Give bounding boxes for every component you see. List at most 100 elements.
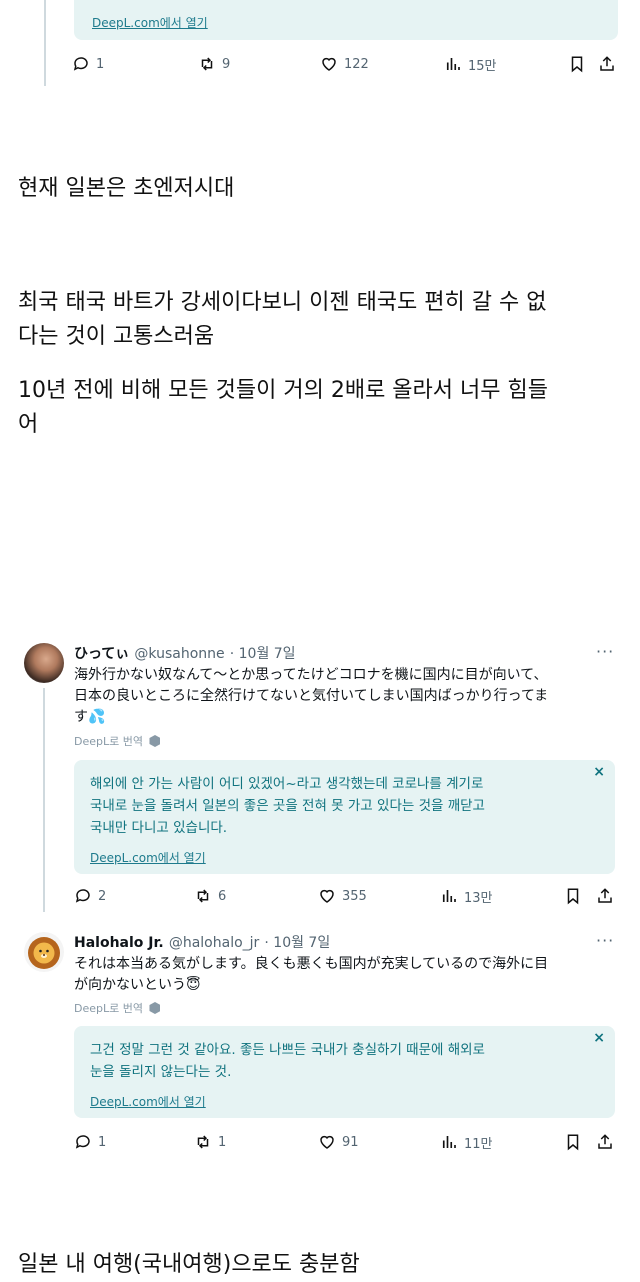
article-line: 어 <box>18 412 39 437</box>
tweet-text-line: それは本当ある気がします。良くも悪くも国内が充実しているので海外に目 <box>74 956 549 972</box>
bookmark-icon <box>567 888 579 905</box>
retweet-icon <box>197 1135 209 1149</box>
translation-box: 그건 정말 그런 것 같아요. 좋든 나쁘든 국내가 충실하기 때문에 해외로 … <box>74 1026 615 1118</box>
close-icon[interactable]: × <box>593 1030 605 1046</box>
article-line: 최국 태국 바트가 강세이다보니 이젠 태국도 편히 갈 수 없 <box>18 290 547 315</box>
views-button[interactable]: 13만 <box>440 884 493 908</box>
tweet-text-line: す <box>74 709 88 725</box>
display-name[interactable]: ひってぃ <box>74 646 129 662</box>
translation-box: 해외에 안 가는 사람이 어디 있겠어~라고 생각했는데 코로나를 계기로 국내… <box>74 760 615 874</box>
avatar[interactable] <box>24 932 64 972</box>
like-button[interactable]: 91 <box>318 1130 359 1154</box>
deepl-open-link[interactable]: DeepL.com에서 열기 <box>90 1093 206 1110</box>
like-button[interactable]: 122 <box>320 52 369 76</box>
tweet-header: Halohalo Jr. @halohalo_jr · 10월 7일 <box>74 932 330 952</box>
retweet-button[interactable]: 6 <box>194 884 226 908</box>
deepl-translate-link[interactable]: DeepL로 번역 <box>74 1000 161 1016</box>
views-count: 11만 <box>464 1136 493 1152</box>
translation-line: 그건 정말 그런 것 같아요. 좋든 나쁘든 국내가 충실하기 때문에 해외로 <box>90 1042 485 1058</box>
translation-line: 해외에 안 가는 사람이 어디 있겠어~라고 생각했는데 코로나를 계기로 <box>90 776 484 792</box>
like-count: 355 <box>342 888 367 904</box>
views-chart-icon <box>442 890 456 902</box>
share-icon <box>598 1134 612 1149</box>
retweet-count: 1 <box>218 1134 227 1150</box>
like-button[interactable]: 355 <box>318 884 367 908</box>
reply-icon <box>75 1135 90 1149</box>
tweet-header: ひってぃ @kusahonne · 10월 7일 <box>74 643 296 663</box>
bookmark-button[interactable] <box>564 884 582 908</box>
reply-count: 2 <box>98 888 107 904</box>
lion-avatar-icon <box>28 937 60 969</box>
retweet-count: 6 <box>218 888 227 904</box>
tweet-actions: 1 1 91 11만 <box>72 1130 620 1154</box>
more-options-icon[interactable]: ··· <box>596 931 614 950</box>
heart-icon <box>322 57 336 71</box>
retweet-icon <box>201 57 213 71</box>
thread-line <box>43 688 45 912</box>
share-button[interactable] <box>596 1130 614 1154</box>
views-chart-icon <box>446 58 460 70</box>
tweet-date[interactable]: · 10월 7일 <box>264 935 330 951</box>
tweet-text-line: 日本の良いところに全然行けてないと気付いてしまい国内ばっかり行ってま <box>74 688 549 704</box>
display-name[interactable]: Halohalo Jr. <box>74 935 164 951</box>
article-line: 10년 전에 비해 모든 것들이 거의 2배로 올라서 너무 힘들 <box>18 378 548 403</box>
tweet-text: 海外行かない奴なんて〜とか思ってたけどコロナを機に国内に目が向いて、 日本の良い… <box>74 665 614 728</box>
reply-icon <box>75 889 90 903</box>
article-line: 다는 것이 고통스러움 <box>18 324 215 349</box>
user-handle[interactable]: @halohalo_jr <box>169 935 259 951</box>
views-button[interactable]: 15만 <box>444 52 497 76</box>
tweet-date[interactable]: · 10월 7일 <box>230 646 296 662</box>
retweet-count: 9 <box>222 56 231 72</box>
deepl-logo-icon <box>149 1002 161 1014</box>
deepl-open-link[interactable]: DeepL.com에서 열기 <box>90 849 206 866</box>
views-chart-icon <box>442 1136 456 1148</box>
more-options-icon[interactable]: ··· <box>596 642 614 661</box>
deepl-translate-link[interactable]: DeepL로 번역 <box>74 733 161 749</box>
retweet-button[interactable]: 9 <box>198 52 230 76</box>
deepl-translate-label: DeepL로 번역 <box>74 735 143 748</box>
translation-line: 국내만 다니고 있습니다. <box>90 820 228 836</box>
bookmark-button[interactable] <box>568 52 586 76</box>
translation-line: 눈을 돌리지 않는다는 것. <box>90 1064 232 1080</box>
reply-button[interactable]: 2 <box>74 884 106 908</box>
bookmark-button[interactable] <box>564 1130 582 1154</box>
bookmark-icon <box>567 1134 579 1151</box>
views-count: 13만 <box>464 890 493 906</box>
tweet-text-line: が向かないという <box>74 977 186 993</box>
reply-count: 1 <box>98 1134 107 1150</box>
article-paragraph: 현재 일본은 초엔저시대 <box>18 176 235 201</box>
reply-count: 1 <box>96 56 105 72</box>
translation-line: 국내로 눈을 돌려서 일본의 좋은 곳을 전혀 못 가고 있다는 것을 깨닫고 <box>90 798 485 814</box>
tweet-actions: 2 6 355 13만 <box>72 884 620 908</box>
views-count: 15만 <box>468 58 497 74</box>
like-count: 91 <box>342 1134 359 1150</box>
tweet-text: それは本当ある気がします。良くも悪くも国内が充実しているので海外に目 が向かない… <box>74 954 614 996</box>
reply-button[interactable]: 1 <box>72 52 104 76</box>
article-paragraph: 일본 내 여행(국내여행)으로도 충분함 <box>18 1252 360 1277</box>
like-count: 122 <box>344 56 369 72</box>
deepl-open-link[interactable]: DeepL.com에서 열기 <box>92 14 208 31</box>
thread-line <box>44 0 46 86</box>
share-icon <box>600 56 614 71</box>
article-paragraph: 10년 전에 비해 모든 것들이 거의 2배로 올라서 너무 힘들 어 <box>18 374 548 442</box>
views-button[interactable]: 11만 <box>440 1130 493 1154</box>
heart-icon <box>320 889 334 903</box>
tweet-text-line: 海外行かない奴なんて〜とか思ってたけどコロナを機に国内に目が向いて、 <box>74 667 548 683</box>
retweet-button[interactable]: 1 <box>194 1130 226 1154</box>
close-icon[interactable]: × <box>593 764 605 780</box>
sweat-droplets-emoji: 💦 <box>88 709 106 725</box>
bookmark-icon <box>571 56 583 73</box>
translation-box: DeepL.com에서 열기 <box>74 0 618 40</box>
tweet-actions: 1 9 122 15만 <box>72 52 620 76</box>
reply-button[interactable]: 1 <box>74 1130 106 1154</box>
angel-face-emoji: 😇 <box>186 977 201 993</box>
article-paragraph: 최국 태국 바트가 강세이다보니 이젠 태국도 편히 갈 수 없 다는 것이 고… <box>18 286 546 354</box>
avatar[interactable] <box>24 643 64 683</box>
user-handle[interactable]: @kusahonne <box>134 646 224 662</box>
share-button[interactable] <box>598 52 616 76</box>
share-button[interactable] <box>596 884 614 908</box>
heart-icon <box>320 1135 334 1149</box>
deepl-logo-icon <box>149 735 161 747</box>
share-icon <box>598 888 612 903</box>
translation-text: 그건 정말 그런 것 같아요. 좋든 나쁘든 국내가 충실하기 때문에 해외로 … <box>90 1039 590 1083</box>
